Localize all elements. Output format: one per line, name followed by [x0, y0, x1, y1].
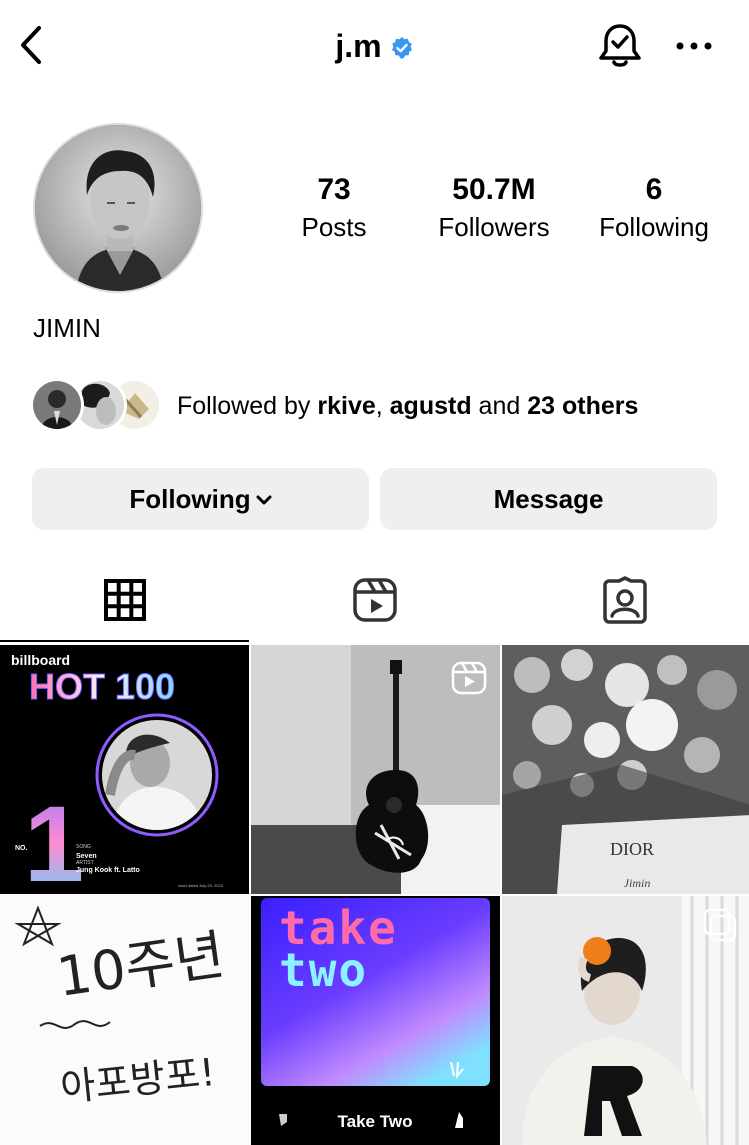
mutual-username: agustd	[389, 392, 472, 420]
mutual-username: rkive	[317, 392, 376, 420]
jimin-signature: Jimin	[624, 876, 651, 890]
following-stat[interactable]: 6 Following	[579, 172, 729, 245]
tab-posts-grid[interactable]	[101, 576, 149, 624]
tagged-icon	[603, 576, 647, 624]
posts-stat[interactable]: 73 Posts	[259, 172, 409, 245]
take-two-title-bottom: two	[279, 943, 368, 997]
followed-by-separator: ,	[375, 392, 390, 420]
reels-icon	[353, 578, 397, 622]
verified-badge-icon	[390, 31, 414, 59]
mutual-others-count: 23 others	[527, 392, 639, 420]
post-tile-handwritten[interactable]: 10주년 아포방포!	[0, 896, 249, 1145]
song-name: Seven	[76, 853, 97, 860]
active-tab-indicator	[0, 640, 249, 642]
followed-by-prefix: Followed by	[177, 392, 318, 420]
notification-button[interactable]	[598, 22, 642, 70]
more-options-button[interactable]	[676, 38, 712, 54]
grid-icon	[104, 579, 146, 621]
post-tile-dior-flowers[interactable]: DIOR Jimin	[502, 645, 749, 894]
artist-name: Jung Kook ft. Latto	[76, 867, 140, 874]
hot100-title: HOT 100	[29, 666, 175, 707]
profile-avatar[interactable]	[33, 123, 203, 293]
following-button[interactable]: Following	[32, 468, 369, 530]
followers-label: Followers	[438, 212, 550, 242]
tab-tagged[interactable]	[601, 576, 649, 624]
username: j.m	[335, 28, 382, 64]
post-tile-billboard[interactable]: billboard HOT 100 NO. 1 SONG Seven ARTIS…	[0, 645, 249, 894]
tab-reels[interactable]	[351, 576, 399, 624]
notification-bell-check-icon	[599, 24, 641, 67]
followers-count: 50.7M	[452, 173, 536, 206]
message-button-label: Message	[493, 484, 604, 514]
post-tile-sweater[interactable]	[502, 896, 749, 1145]
following-count: 6	[645, 173, 663, 206]
posts-count: 73	[317, 173, 351, 206]
dior-logo: DIOR	[610, 839, 654, 859]
following-label: Following	[599, 212, 709, 242]
followers-stat[interactable]: 50.7M Followers	[419, 172, 569, 245]
display-name: JIMIN	[33, 313, 101, 343]
followed-by-and: and	[471, 392, 528, 420]
take-two-footer: Take Two	[338, 1112, 413, 1131]
chart-date: chart dated July 29, 2023	[178, 883, 224, 888]
rank-number: 1	[24, 783, 84, 894]
post-tile-guitar[interactable]	[251, 645, 500, 894]
message-button[interactable]: Message	[380, 468, 717, 530]
following-button-label: Following	[129, 484, 251, 514]
post-tile-take-two[interactable]: take two Take Two	[251, 896, 500, 1145]
posts-label: Posts	[301, 212, 367, 242]
followed-by-text[interactable]: Followed by rkive, agustd and 23 others	[177, 390, 638, 422]
mutual-follower-avatar[interactable]	[30, 378, 84, 432]
chevron-down-icon	[256, 495, 272, 505]
song-label: SONG	[76, 844, 91, 850]
more-horizontal-icon	[676, 42, 712, 50]
artist-label: ARTIST	[76, 860, 94, 866]
